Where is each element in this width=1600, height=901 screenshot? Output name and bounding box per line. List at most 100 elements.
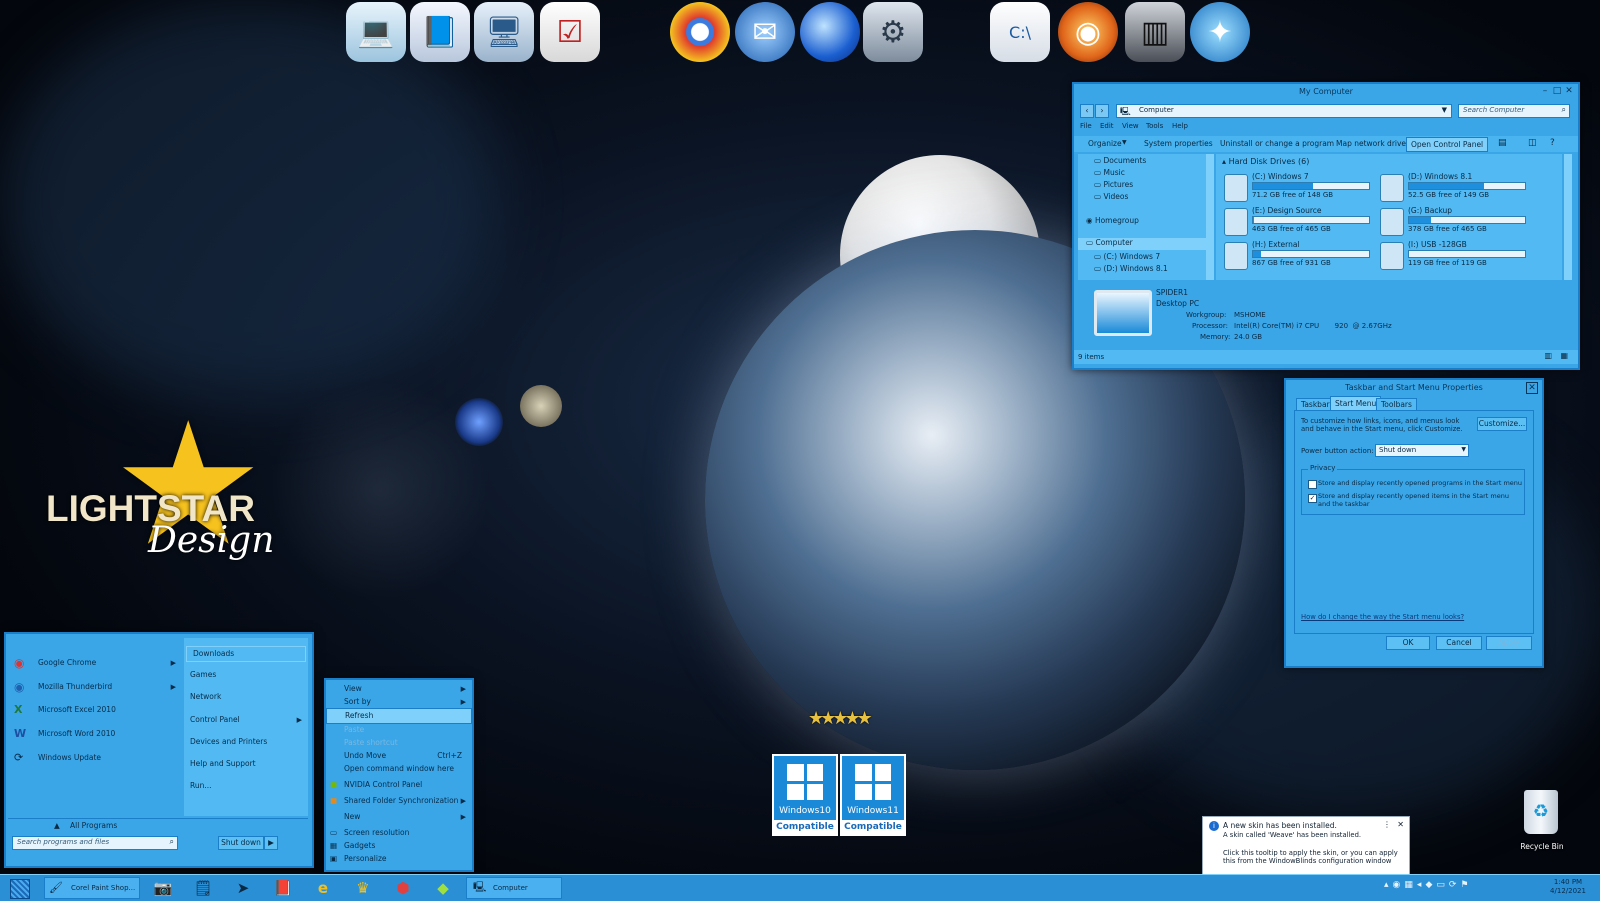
start-menu[interactable]: ◉ Google Chrome ▶ ◉ Mozilla Thunderbird ▶ XM…	[4, 632, 314, 868]
tray-app-icon[interactable]: ◉	[1393, 880, 1405, 890]
recycle-bin-label[interactable]: Recycle Bin	[1516, 842, 1568, 851]
menu-screen-resolution[interactable]: ▭ Screen resolution	[326, 826, 472, 840]
list-view-icon[interactable]: ▥	[1544, 351, 1552, 360]
help-link[interactable]: How do I change the way the Start menu l…	[1301, 613, 1464, 621]
recent-programs-checkbox[interactable]	[1308, 480, 1317, 489]
taskbar-properties-dialog[interactable]: Taskbar and Start Menu Properties ✕ Task…	[1284, 378, 1544, 668]
notes-icon[interactable]: 🗒	[190, 877, 216, 899]
checklist-icon[interactable]: ☑	[540, 2, 600, 62]
minimize-button[interactable]: –	[1540, 86, 1550, 96]
nav-computer[interactable]: ▭ Computer	[1078, 238, 1208, 250]
menu-file[interactable]: File	[1080, 122, 1092, 130]
back-button[interactable]: ‹	[1080, 104, 1094, 118]
media-player-icon[interactable]: ◉	[1058, 2, 1118, 62]
nav-homegroup[interactable]: ◉ Homegroup	[1086, 216, 1139, 225]
menu-edit[interactable]: Edit	[1100, 122, 1114, 130]
google-earth-icon[interactable]	[800, 2, 860, 62]
open-control-panel-button[interactable]: Open Control Panel	[1406, 137, 1489, 152]
laptop-icon[interactable]: 💻	[346, 2, 406, 62]
close-button[interactable]: ✕	[1526, 382, 1538, 394]
explorer-window[interactable]: My Computer – □ ✕ ‹ › 🖳 Computer ▼ Searc…	[1072, 82, 1580, 370]
nav-music[interactable]: ▭ Music	[1094, 168, 1125, 177]
place-games[interactable]: Games	[184, 668, 308, 682]
recycle-bin-icon[interactable]: ♻	[1524, 790, 1558, 834]
system-properties-button[interactable]: System properties	[1144, 139, 1213, 148]
icon-view-icon[interactable]: ▦	[1560, 351, 1568, 360]
shutdown-options-button[interactable]: ▶	[264, 836, 278, 850]
tray-network-icon[interactable]: ▦	[1404, 880, 1417, 890]
nav-documents[interactable]: ▭ Documents	[1094, 156, 1146, 165]
user-computer-icon[interactable]: 🖥	[474, 2, 534, 62]
address-bar[interactable]: 🖳 Computer ▼	[1116, 104, 1452, 118]
program-excel[interactable]: X Microsoft Excel 2010	[8, 703, 182, 717]
power-button-select[interactable]: Shut down ▼	[1375, 444, 1469, 457]
drive-g[interactable]: (G:) Backup 378 GB free of 465 GB	[1380, 206, 1540, 238]
search-input[interactable]: Search Computer ⌕	[1458, 104, 1570, 118]
apply-button[interactable]: Apply	[1486, 636, 1532, 650]
nav-scrollbar[interactable]	[1206, 154, 1214, 280]
preview-pane-icon[interactable]: ◫	[1528, 138, 1537, 148]
cursor-icon[interactable]: ➤	[230, 877, 256, 899]
settings-icon[interactable]: ⚙	[863, 2, 923, 62]
close-icon[interactable]: ✕	[1397, 820, 1404, 829]
menu-view[interactable]: View ▶	[326, 682, 472, 696]
nav-pictures[interactable]: ▭ Pictures	[1094, 180, 1133, 189]
desktop-context-menu[interactable]: View ▶ Sort by ▶ Refresh Paste Paste short…	[324, 678, 474, 872]
network-icon[interactable]: ✦	[1190, 2, 1250, 62]
tray-display-icon[interactable]: ▭	[1436, 880, 1449, 890]
taskbar-task-paintshop[interactable]: 🖌 Corel Paint Shop...	[44, 877, 140, 899]
menu-shared-folder-sync[interactable]: ■ Shared Folder Synchronization ▶	[326, 794, 472, 808]
menu-new[interactable]: New ▶	[326, 810, 472, 824]
internet-explorer-icon[interactable]: e	[310, 877, 336, 899]
uninstall-program-button[interactable]: Uninstall or change a program	[1220, 139, 1334, 148]
options-icon[interactable]: ⋮	[1383, 820, 1391, 829]
package-icon[interactable]: ⬢	[390, 877, 416, 899]
menu-personalize[interactable]: ▣ Personalize	[326, 852, 472, 866]
clock[interactable]: 1:40 PM 4/12/2021	[1540, 878, 1596, 896]
tray-expand-icon[interactable]: ▴	[1384, 880, 1393, 890]
program-thunderbird[interactable]: ◉ Mozilla Thunderbird ▶	[8, 680, 182, 694]
place-run[interactable]: Run...	[184, 779, 308, 793]
menu-gadgets[interactable]: ▦ Gadgets	[326, 839, 472, 853]
menu-help[interactable]: Help	[1172, 122, 1188, 130]
content-scrollbar[interactable]	[1564, 154, 1572, 280]
computer-tower-icon[interactable]: ▥	[1125, 2, 1185, 62]
chrome-icon[interactable]	[670, 2, 730, 62]
menu-refresh[interactable]: Refresh	[326, 708, 472, 724]
recent-items-checkbox[interactable]: ✓	[1308, 494, 1317, 503]
start-button[interactable]	[10, 879, 30, 899]
shapes-icon[interactable]: ◆	[430, 877, 456, 899]
skin-notification[interactable]: i A new skin has been installed. ⋮ ✕ A s…	[1202, 816, 1410, 876]
forward-button[interactable]: ›	[1095, 104, 1109, 118]
menu-open-command-window[interactable]: Open command window here	[326, 762, 472, 776]
menu-view[interactable]: View	[1122, 122, 1139, 130]
start-search-input[interactable]: Search programs and files ⌕	[12, 836, 178, 850]
organize-button[interactable]: Organize	[1088, 139, 1122, 148]
section-header[interactable]: ▴ Hard Disk Drives (6)	[1222, 157, 1309, 166]
nav-videos[interactable]: ▭ Videos	[1094, 192, 1128, 201]
program-chrome[interactable]: ◉ Google Chrome ▶	[8, 656, 182, 670]
thunderbird-icon[interactable]: ✉	[735, 2, 795, 62]
place-devices-printers[interactable]: Devices and Printers	[184, 735, 308, 749]
crown-icon[interactable]: ♛	[350, 877, 376, 899]
cancel-button[interactable]: Cancel	[1436, 636, 1482, 650]
program-word[interactable]: W Microsoft Word 2010	[8, 727, 182, 741]
menu-undo-move[interactable]: Undo Move Ctrl+Z	[326, 749, 472, 763]
place-help-support[interactable]: Help and Support	[184, 757, 308, 771]
taskbar-task-computer[interactable]: 🖳 Computer	[466, 877, 562, 899]
drive-c[interactable]: (C:) Windows 7 71.2 GB free of 148 GB	[1224, 172, 1384, 204]
menu-nvidia[interactable]: ■ NVIDIA Control Panel	[326, 778, 472, 792]
nav-drive-d[interactable]: ▭ (D:) Windows 8.1	[1094, 264, 1168, 273]
command-prompt-icon[interactable]: C:\	[990, 2, 1050, 62]
customize-button[interactable]: Customize...	[1477, 417, 1527, 431]
place-downloads[interactable]: Downloads	[186, 646, 306, 662]
ok-button[interactable]: OK	[1386, 636, 1430, 650]
drive-h[interactable]: (H:) External 867 GB free of 931 GB	[1224, 240, 1384, 272]
nav-drive-c[interactable]: ▭ (C:) Windows 7	[1094, 252, 1160, 261]
tab-start-menu[interactable]: Start Menu	[1330, 396, 1382, 411]
place-network[interactable]: Network	[184, 690, 308, 704]
tray-security-icon[interactable]: ◆	[1425, 880, 1436, 890]
drive-e[interactable]: (E:) Design Source 463 GB free of 465 GB	[1224, 206, 1384, 238]
book-icon[interactable]: 📕	[270, 877, 296, 899]
tray-flag-icon[interactable]: ⚑	[1460, 880, 1472, 890]
